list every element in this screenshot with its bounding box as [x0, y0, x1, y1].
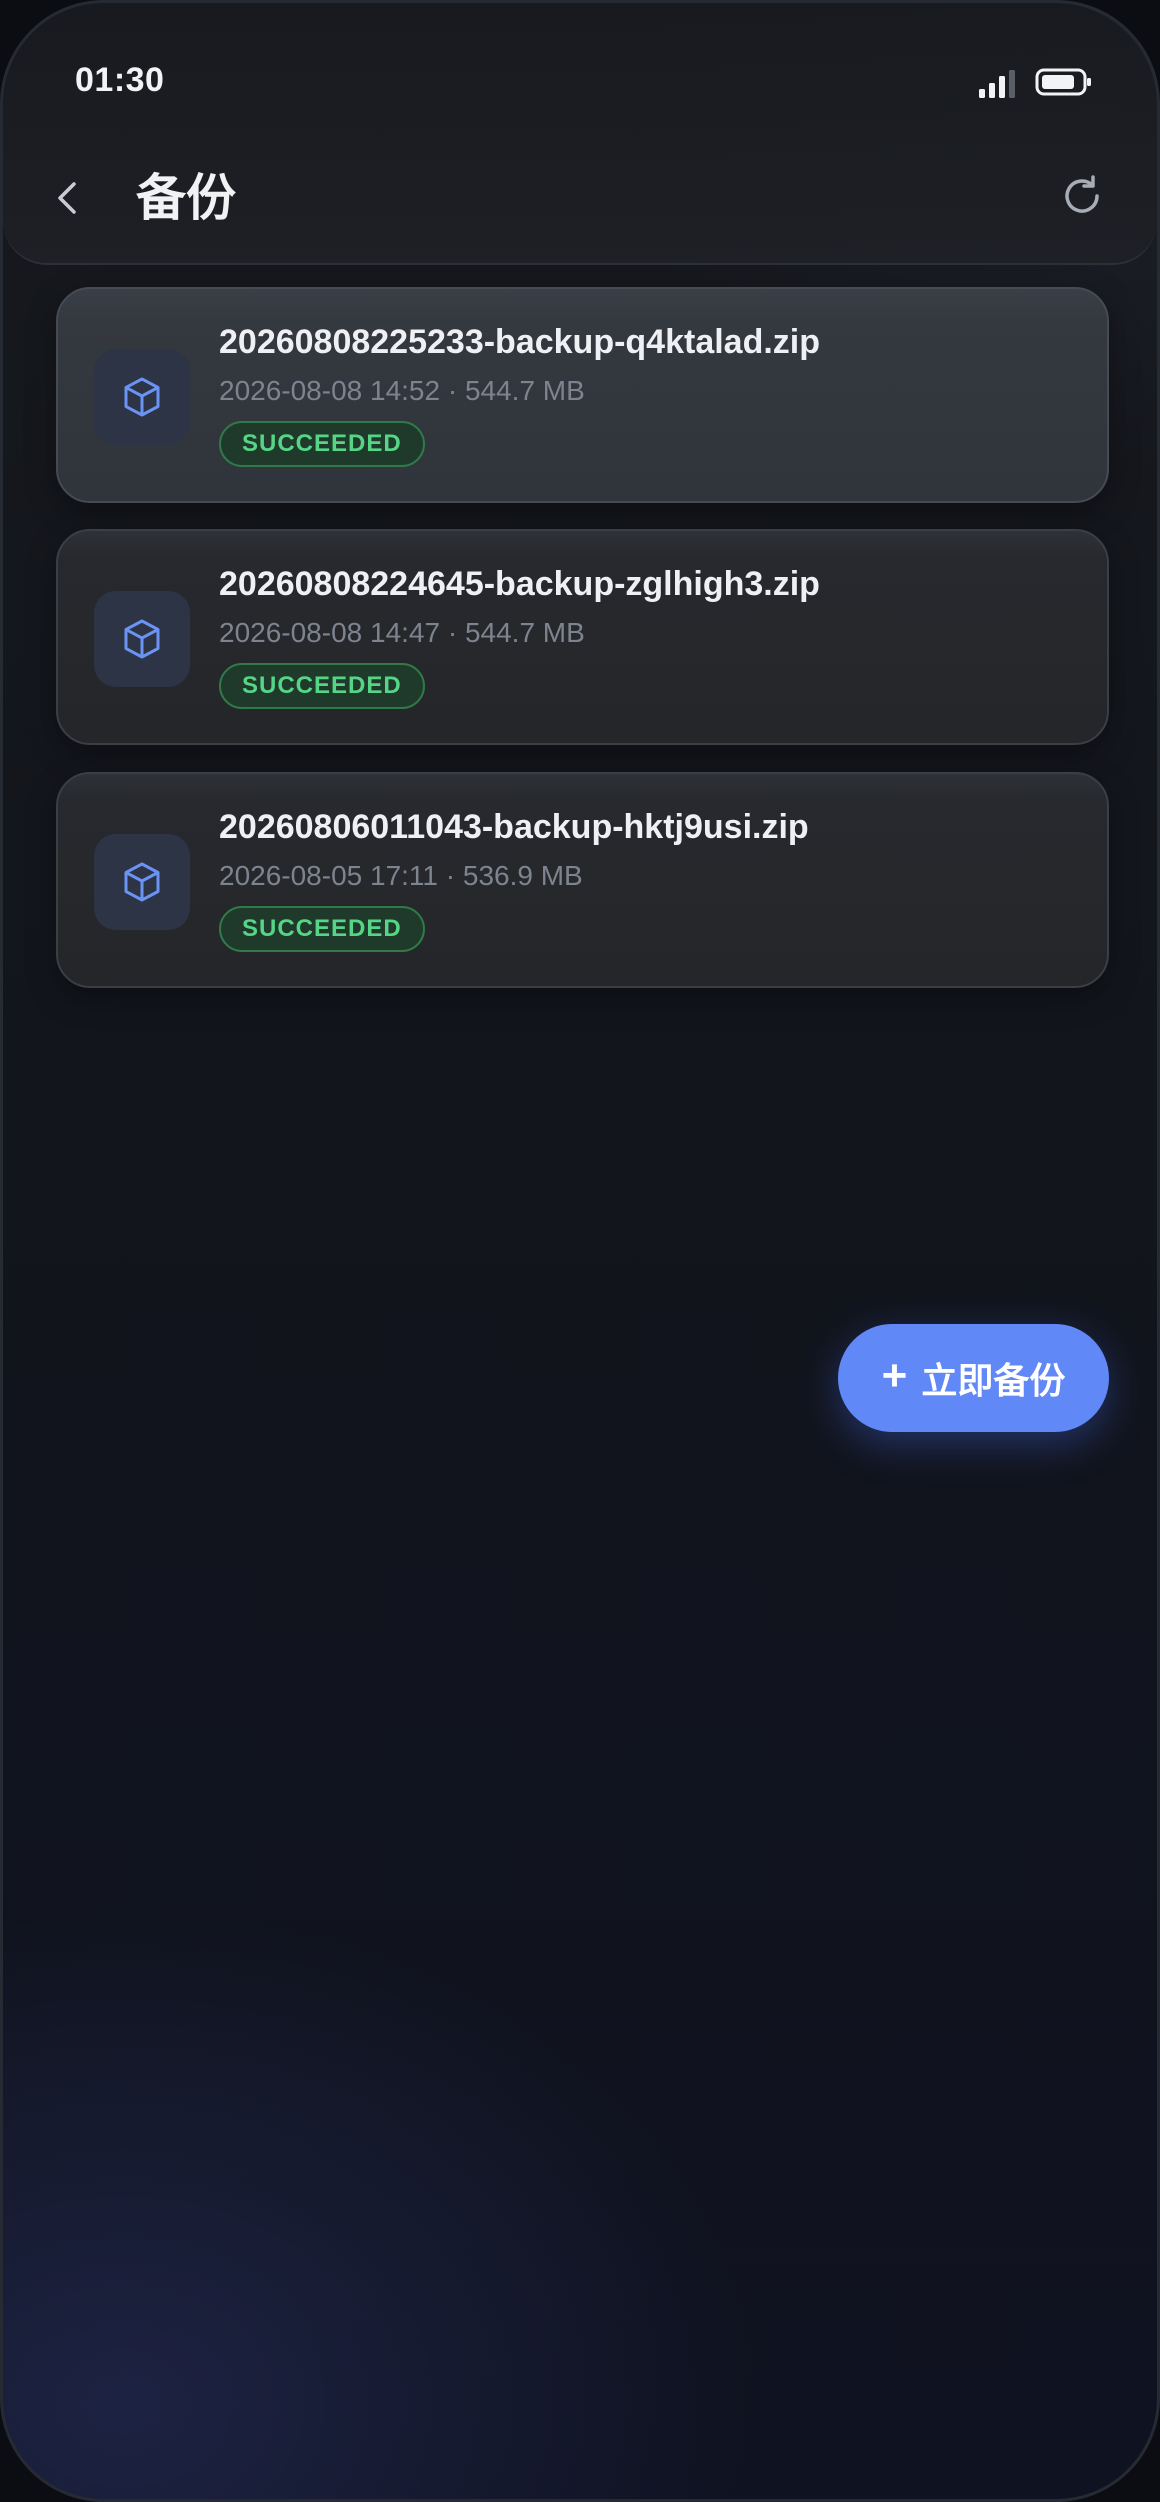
status-time: 01:30: [75, 61, 165, 99]
backup-now-button[interactable]: + 立即备份: [838, 1324, 1109, 1432]
battery-icon: [1035, 68, 1091, 96]
backup-file-name: 20260808224645-backup-zglhigh3.zip: [219, 565, 820, 603]
page-title: 备份: [136, 170, 236, 226]
backup-meta: 2026-08-05 17:11 · 536.9 MB: [219, 860, 583, 891]
status-badge: SUCCEEDED: [219, 421, 425, 467]
refresh-button[interactable]: [1053, 167, 1111, 225]
backup-file-name: 20260808225233-backup-q4ktalad.zip: [219, 323, 821, 361]
status-badge: SUCCEEDED: [219, 663, 425, 709]
plus-icon: +: [881, 1351, 908, 1400]
chevron-left-icon: [58, 182, 76, 214]
backup-meta: 2026-08-08 14:47 · 544.7 MB: [219, 617, 585, 648]
backup-card[interactable]: 20260806011043-backup-hktj9usi.zip 2026-…: [56, 772, 1109, 988]
status-bar: 01:30: [3, 3, 1157, 153]
back-button[interactable]: [39, 161, 95, 235]
phone-screen: 备份 01:30 20260808225233-backup-q4ktalad.…: [0, 0, 1160, 2502]
package-box-icon: [94, 591, 190, 687]
status-badge: SUCCEEDED: [219, 906, 425, 952]
backup-now-label: 立即备份: [921, 1360, 1066, 1401]
backup-meta: 2026-08-08 14:52 · 544.7 MB: [219, 375, 585, 406]
refresh-icon: [1065, 175, 1099, 213]
backup-card[interactable]: 20260808224645-backup-zglhigh3.zip 2026-…: [56, 529, 1109, 745]
backup-file-name: 20260806011043-backup-hktj9usi.zip: [219, 808, 809, 846]
backup-card[interactable]: 20260808225233-backup-q4ktalad.zip 2026-…: [56, 287, 1109, 503]
signal-bars-icon: [979, 70, 1015, 98]
package-box-icon: [94, 349, 190, 445]
package-box-icon: [94, 834, 190, 930]
